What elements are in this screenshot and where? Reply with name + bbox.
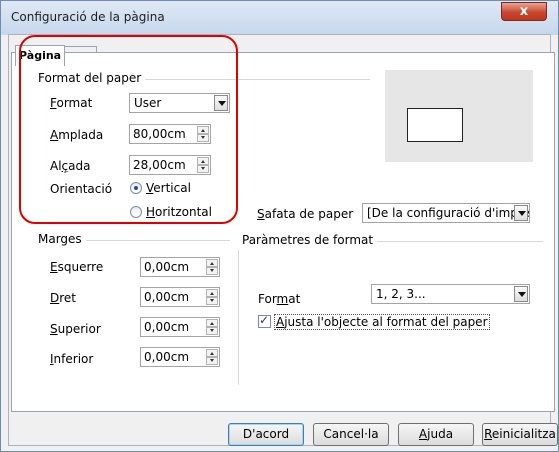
- close-icon: x: [519, 4, 529, 19]
- format-label: Format: [50, 96, 93, 110]
- margin-top-label: Superior: [50, 322, 101, 336]
- height-value: 28,00cm: [133, 158, 186, 172]
- chevron-down-icon[interactable]: [214, 95, 228, 111]
- height-down-icon[interactable]: [197, 165, 209, 173]
- paper-tray-value: [De la configuració d'impres: [367, 206, 530, 220]
- format-select-value: User: [134, 96, 162, 110]
- margin-top-value: 0,00cm: [144, 320, 190, 334]
- width-value: 80,00cm: [133, 127, 186, 141]
- margin-right-field[interactable]: 0,00cm: [140, 287, 220, 307]
- page-preview: [385, 70, 533, 162]
- margin-top-up-icon[interactable]: [206, 319, 218, 327]
- margin-left-label: Esquerre: [50, 260, 104, 274]
- margin-bottom-up-icon[interactable]: [206, 349, 218, 357]
- margin-left-field[interactable]: 0,00cm: [140, 257, 220, 277]
- margin-bottom-value: 0,00cm: [144, 350, 190, 364]
- margins-heading: Marges: [38, 232, 86, 246]
- margin-right-label: Dret: [50, 291, 77, 305]
- chevron-down-icon[interactable]: [514, 286, 528, 302]
- fit-object-label[interactable]: Ajusta l'objecte al format del paper: [274, 314, 490, 330]
- chevron-down-icon[interactable]: [514, 205, 528, 221]
- ok-button[interactable]: D'acord: [228, 423, 304, 446]
- page-number-format-select[interactable]: 1, 2, 3...: [371, 284, 530, 304]
- margin-bottom-down-icon[interactable]: [206, 357, 218, 365]
- paper-tray-label: Safata de paper: [257, 207, 354, 221]
- margin-top-field[interactable]: 0,00cm: [140, 317, 220, 337]
- page-number-format-value: 1, 2, 3...: [376, 287, 426, 301]
- paper-format-heading: Format del paper: [38, 71, 146, 85]
- checkmark-icon: ✓: [259, 313, 270, 327]
- margin-top-down-icon[interactable]: [206, 327, 218, 335]
- horizontal-radio[interactable]: [130, 206, 142, 218]
- width-up-icon[interactable]: [197, 126, 209, 134]
- width-down-icon[interactable]: [197, 134, 209, 142]
- close-button[interactable]: x: [501, 2, 547, 21]
- paper-tray-select[interactable]: [De la configuració d'impres: [362, 203, 530, 223]
- height-up-icon[interactable]: [197, 157, 209, 165]
- width-field[interactable]: 80,00cm: [129, 124, 211, 144]
- window-title: Configuració de la pàgina: [11, 10, 165, 24]
- title-bar[interactable]: Configuració de la pàgina x: [1, 1, 558, 35]
- preview-page: [407, 108, 463, 142]
- margin-right-down-icon[interactable]: [206, 297, 218, 305]
- vertical-label[interactable]: Vertical: [146, 181, 191, 195]
- margin-left-value: 0,00cm: [144, 260, 190, 274]
- margin-left-up-icon[interactable]: [206, 259, 218, 267]
- horizontal-label[interactable]: Horitzontal: [146, 205, 212, 219]
- width-label: Amplada: [50, 128, 104, 142]
- margin-right-up-icon[interactable]: [206, 289, 218, 297]
- height-label: Alçada: [50, 159, 91, 173]
- height-field[interactable]: 28,00cm: [129, 155, 211, 175]
- margin-bottom-field[interactable]: 0,00cm: [140, 347, 220, 367]
- fit-object-checkbox[interactable]: ✓: [258, 313, 271, 328]
- reset-button[interactable]: Reinicialitza: [482, 423, 558, 446]
- vertical-radio[interactable]: [130, 182, 142, 194]
- page-number-format-label: Format: [258, 292, 301, 306]
- section-separator: [238, 250, 239, 385]
- margin-left-down-icon[interactable]: [206, 267, 218, 275]
- orientation-label: Orientació: [50, 182, 113, 196]
- margin-bottom-label: Inferior: [50, 352, 94, 366]
- help-button[interactable]: Ajuda: [398, 423, 474, 446]
- format-params-heading: Paràmetres de format: [242, 233, 378, 247]
- margin-right-value: 0,00cm: [144, 290, 190, 304]
- cancel-button[interactable]: Cancel·la: [313, 423, 389, 446]
- tab-page[interactable]: Pàgina: [15, 45, 66, 66]
- format-select[interactable]: User: [129, 93, 230, 113]
